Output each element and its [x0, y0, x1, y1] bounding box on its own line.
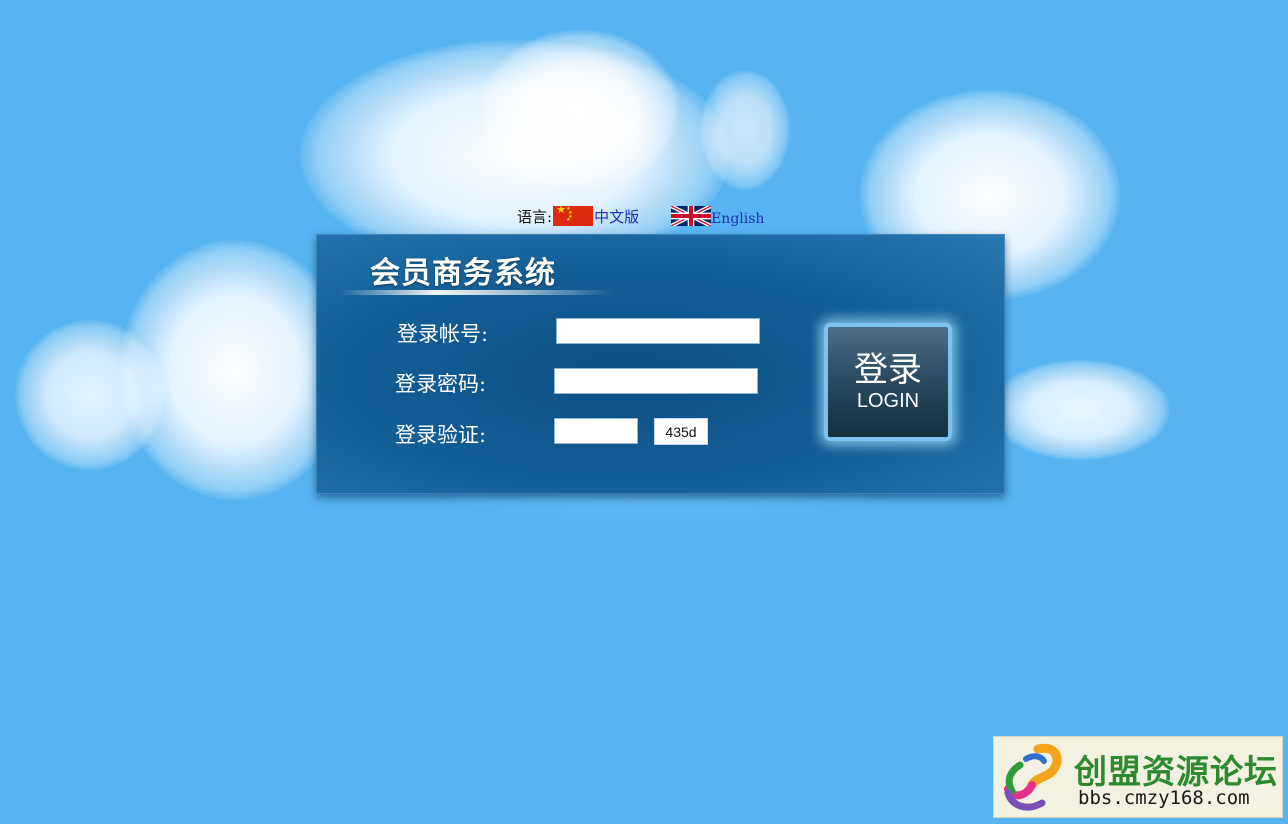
account-label: 登录帐号: [397, 322, 489, 346]
captcha-image[interactable]: 435d [654, 418, 708, 445]
login-button-zh-label: 登录 [854, 350, 922, 390]
cloud-decoration [15, 320, 165, 470]
language-bar: 语言: ★ ★ ★ ★ ★ 中文版 English [517, 204, 764, 228]
password-input[interactable] [554, 368, 758, 394]
cloud-decoration [480, 30, 680, 190]
watermark-name: 创盟资源论坛 [1074, 752, 1278, 791]
uk-flag-icon[interactable] [670, 204, 712, 228]
account-input[interactable] [556, 318, 760, 344]
watermark-banner: 创盟资源论坛 bbs.cmzy168.com [993, 736, 1283, 818]
password-label: 登录密码: [395, 372, 487, 396]
title-underline [340, 290, 612, 295]
english-language-link[interactable]: English [711, 211, 764, 227]
language-label: 语言: [517, 207, 553, 226]
login-button[interactable]: 登录 LOGIN [824, 323, 952, 441]
captcha-label: 登录验证: [395, 423, 487, 447]
watermark-url: bbs.cmzy168.com [1078, 787, 1250, 809]
login-panel: 会员商务系统 登录帐号: 登录密码: 登录验证: 435d 登录 LOGIN [316, 234, 1005, 494]
panel-title: 会员商务系统 [370, 256, 556, 291]
china-flag-icon[interactable]: ★ ★ ★ ★ ★ [553, 206, 594, 226]
forum-logo-icon [1004, 743, 1062, 811]
captcha-input[interactable] [554, 418, 638, 444]
login-button-en-label: LOGIN [856, 390, 920, 412]
chinese-language-link[interactable]: 中文版 [594, 206, 639, 227]
cloud-decoration [700, 70, 790, 190]
